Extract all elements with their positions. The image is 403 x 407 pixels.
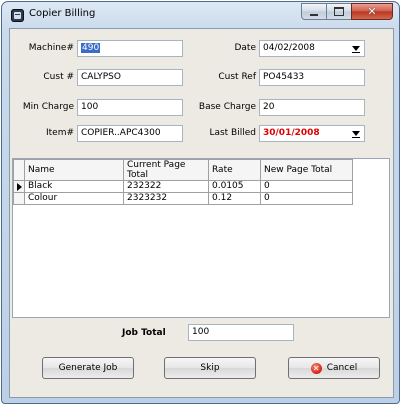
cancel-button[interactable]: ✕ Cancel [288, 357, 380, 379]
table-row[interactable]: Colour 2323232 0.12 0 [13, 192, 353, 205]
min-charge-value: 100 [81, 102, 99, 112]
min-charge-input[interactable]: 100 [77, 99, 183, 116]
page-totals-table: Name Current Page Total Rate New Page To… [13, 159, 353, 205]
cust-ref-label: Cust Ref [218, 72, 256, 82]
date-dropdown-icon[interactable] [352, 46, 360, 53]
cust-input[interactable]: CALYPSO [77, 69, 183, 86]
date-value: 04/02/2008 [263, 43, 315, 53]
date-label: Date [234, 43, 256, 53]
cell-rate[interactable]: 0.0105 [208, 180, 261, 193]
skip-button[interactable]: Skip [164, 357, 256, 379]
grid-header-row: Name Current Page Total Rate New Page To… [13, 159, 353, 181]
base-charge-label: Base Charge [198, 102, 256, 112]
window-controls: ✕ [301, 3, 393, 20]
last-billed-value: 30/01/2008 [263, 128, 320, 138]
cust-ref-value: PO45433 [263, 72, 305, 82]
item-input[interactable]: COPIER..APC4300 [77, 125, 183, 142]
last-billed-label: Last Billed [209, 128, 256, 138]
cell-current-page-total[interactable]: 232322 [123, 180, 209, 193]
machine-input[interactable]: 490 [77, 40, 183, 57]
cust-value: CALYPSO [81, 72, 121, 82]
minimize-icon [310, 13, 318, 16]
row-selector[interactable] [13, 192, 25, 205]
cell-new-page-total[interactable]: 0 [260, 180, 353, 193]
job-total-value: 100 [192, 327, 210, 337]
min-charge-label: Min Charge [22, 102, 74, 112]
col-current-page-total-header[interactable]: Current Page Total [123, 159, 209, 181]
last-billed-combo[interactable]: 30/01/2008 [259, 125, 365, 142]
skip-label: Skip [200, 363, 220, 373]
cell-current-page-total[interactable]: 2323232 [123, 192, 209, 205]
date-combo[interactable]: 04/02/2008 [259, 40, 365, 57]
cell-name[interactable]: Black [24, 180, 124, 193]
last-billed-dropdown-icon[interactable] [352, 131, 360, 138]
page-totals-grid[interactable]: Name Current Page Total Rate New Page To… [12, 158, 390, 318]
close-button[interactable]: ✕ [351, 3, 393, 20]
current-row-pointer-icon [17, 182, 22, 191]
item-label: Item# [45, 128, 74, 138]
close-icon: ✕ [367, 5, 377, 18]
col-name-header[interactable]: Name [24, 159, 124, 181]
job-total-label: Job Total [122, 328, 166, 338]
col-new-page-total-header[interactable]: New Page Total [260, 159, 353, 181]
base-charge-value: 20 [263, 102, 275, 112]
maximize-icon [334, 7, 344, 16]
generate-job-button[interactable]: Generate Job [42, 357, 134, 379]
machine-label: Machine# [28, 43, 74, 53]
cell-name[interactable]: Colour [24, 192, 124, 205]
cust-label: Cust # [43, 72, 74, 82]
machine-value: 490 [81, 43, 101, 53]
col-rate-header[interactable]: Rate [208, 159, 261, 181]
cell-new-page-total[interactable]: 0 [260, 192, 353, 205]
title-bar[interactable]: Copier Billing ✕ [2, 2, 399, 28]
row-selector[interactable] [13, 180, 25, 193]
app-icon [11, 9, 24, 22]
window-title: Copier Billing [29, 8, 96, 19]
base-charge-input[interactable]: 20 [259, 99, 365, 116]
table-row[interactable]: Black 232322 0.0105 0 [13, 180, 353, 193]
cancel-label: Cancel [326, 363, 358, 373]
cust-ref-input[interactable]: PO45433 [259, 69, 365, 86]
item-value: COPIER..APC4300 [81, 128, 161, 138]
generate-job-label: Generate Job [58, 363, 118, 373]
maximize-button[interactable] [326, 3, 352, 20]
cancel-icon: ✕ [310, 362, 322, 374]
row-header-corner [13, 159, 25, 181]
cell-rate[interactable]: 0.12 [208, 192, 261, 205]
minimize-button[interactable] [301, 3, 327, 20]
job-total-input[interactable]: 100 [188, 324, 294, 341]
